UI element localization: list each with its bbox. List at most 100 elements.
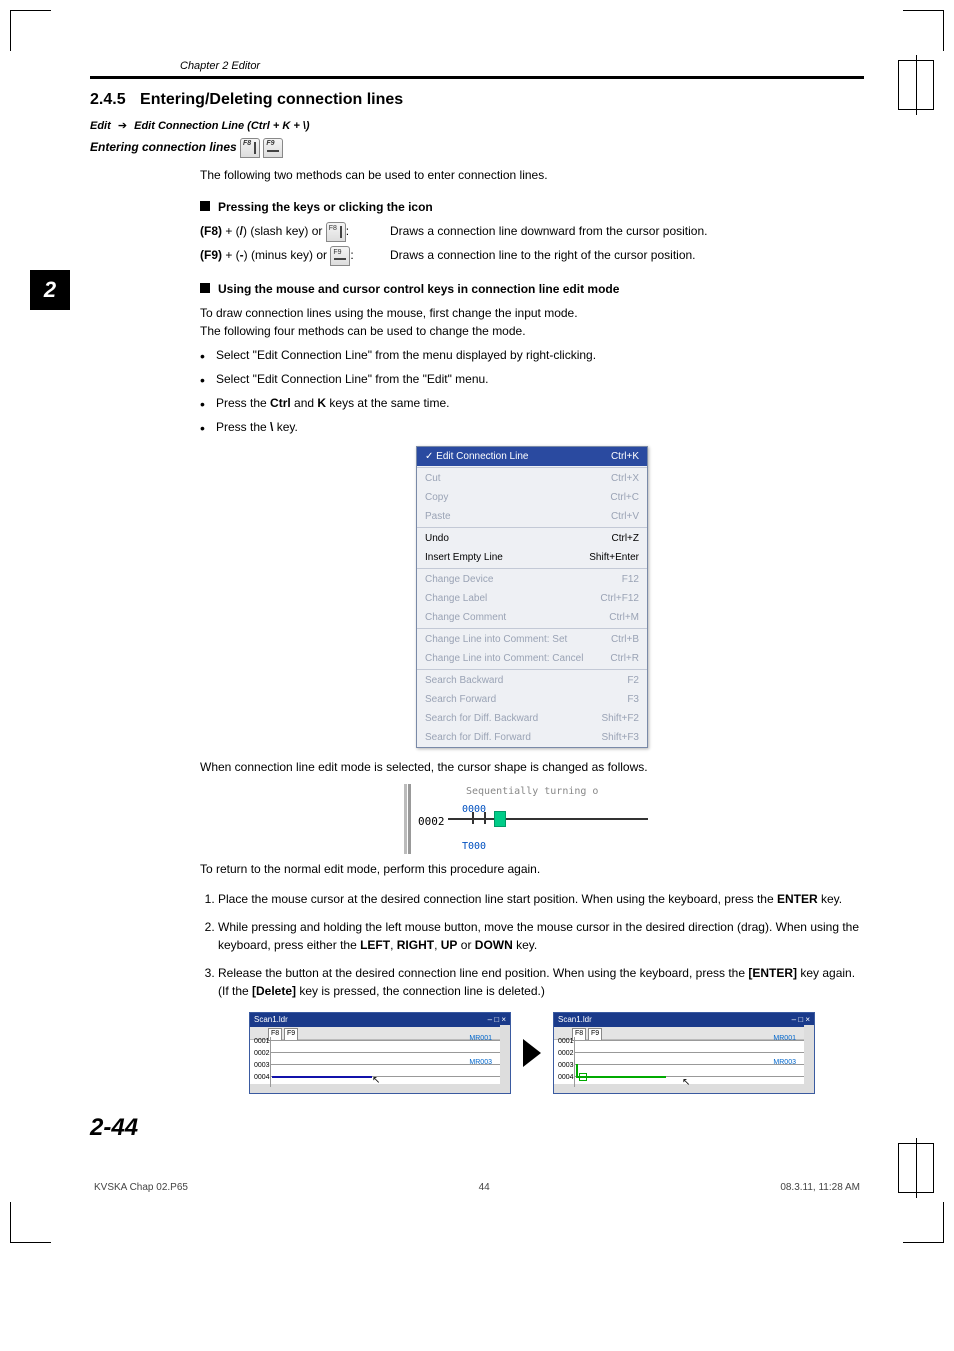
connection-cursor-icon	[494, 811, 506, 827]
li-text: keys at the same time.	[326, 396, 449, 410]
key-combo-f9: (F9) + (-) (minus key) or :	[200, 246, 390, 266]
step-item: While pressing and holding the left mous…	[218, 918, 864, 954]
ladder-window-after: Scan1.ldr– □ × F8F9 0001 0002 0003 0004 …	[553, 1012, 815, 1094]
menu-item: UndoCtrl+Z	[417, 529, 647, 548]
sub-heading-1: Pressing the keys or clicking the icon	[200, 198, 864, 216]
key-bold: (F8)	[200, 224, 222, 238]
coil-label: MR001	[773, 1034, 796, 1045]
chapter-side-tab: 2	[30, 270, 70, 310]
line-number: 0002	[558, 1049, 574, 1060]
key-desc-f8: Draws a connection line downward from th…	[390, 222, 864, 240]
close-icon: ×	[501, 1015, 506, 1024]
before-after-figure: Scan1.ldr– □ × F8F9 0001 0002 0003 0004 …	[200, 1012, 864, 1094]
connection-handle-icon	[579, 1073, 587, 1081]
menu-item-disabled: Search BackwardF2	[417, 671, 647, 690]
key-text: + (	[222, 248, 240, 262]
scrollbar-vertical	[804, 1025, 814, 1093]
li-text: Press the	[216, 420, 270, 434]
footer-datetime: 08.3.11, 11:28 AM	[780, 1182, 860, 1193]
menu-path: Edit ➔ Edit Connection Line (Ctrl + K + …	[90, 119, 864, 132]
key-text: ) (minus key) or	[244, 248, 331, 262]
sub2-p2: The following four methods can be used t…	[200, 322, 864, 340]
window-title: Scan1.ldr	[254, 1014, 288, 1026]
arrow-right-icon	[523, 1039, 541, 1067]
coil-label: MR001	[469, 1034, 492, 1045]
maximize-icon: □	[494, 1015, 499, 1024]
ladder-comment: Sequentially turning o	[466, 784, 598, 799]
footer: KVSKA Chap 02.P65 44 08.3.11, 11:28 AM	[90, 1182, 864, 1193]
f8-key-icon	[326, 222, 346, 242]
subsection-heading: Entering connection lines	[90, 138, 864, 158]
scrollbar-vertical	[500, 1025, 510, 1093]
method-list: Select "Edit Connection Line" from the m…	[200, 346, 864, 436]
list-item: Press the Ctrl and K keys at the same ti…	[200, 394, 864, 412]
step-item: Release the button at the desired connec…	[218, 964, 864, 1000]
menu-item: Insert Empty LineShift+Enter	[417, 548, 647, 567]
scrollbar-horizontal	[554, 1084, 804, 1093]
menu-item-disabled: Change DeviceF12	[417, 570, 647, 589]
sub-heading-2: Using the mouse and cursor control keys …	[200, 280, 864, 298]
minimize-icon: –	[488, 1015, 492, 1024]
menu-label: Edit Connection Line	[425, 449, 528, 464]
key-text: ) (slash key) or	[243, 224, 326, 238]
page-number: 2-44	[90, 1114, 864, 1142]
arrow-icon: ➔	[114, 120, 131, 132]
context-menu-figure: Edit Connection Line Ctrl+K CutCtrl+X Co…	[416, 446, 648, 748]
header-rule	[90, 76, 864, 79]
sub2-p1: To draw connection lines using the mouse…	[200, 304, 864, 322]
ladder-window-before: Scan1.ldr– □ × F8F9 0001 0002 0003 0004 …	[249, 1012, 511, 1094]
menu-item-disabled: Change Line into Comment: CancelCtrl+R	[417, 649, 647, 668]
menu-item-disabled: Search for Diff. ForwardShift+F3	[417, 728, 647, 747]
line-number: 0003	[558, 1061, 574, 1072]
ladder-rownum: 0002	[418, 814, 445, 831]
footer-page: 44	[479, 1182, 490, 1193]
menu-item-disabled: Change Line into Comment: SetCtrl+B	[417, 630, 647, 649]
section-number: 2.4.5	[90, 91, 126, 109]
line-number: 0003	[254, 1061, 270, 1072]
list-item: Select "Edit Connection Line" from the "…	[200, 370, 864, 388]
return-mode-text: To return to the normal edit mode, perfo…	[200, 860, 864, 878]
steps-list: Place the mouse cursor at the desired co…	[200, 890, 864, 1000]
window-title: Scan1.ldr	[558, 1014, 592, 1026]
line-number: 0004	[254, 1073, 270, 1084]
drag-line-icon	[272, 1076, 372, 1078]
maximize-icon: □	[798, 1015, 803, 1024]
step-item: Place the mouse cursor at the desired co…	[218, 890, 864, 908]
coil-label: MR003	[773, 1058, 796, 1069]
cursor-icon: ↖	[372, 1073, 380, 1088]
ladder-cursor-figure: Sequentially turning o 0002 0000 T000	[402, 784, 662, 854]
menu-path-a: Edit	[90, 120, 111, 132]
ladder-device-bot: T000	[462, 839, 486, 854]
f9-key-icon	[263, 138, 283, 158]
menu-item-disabled: Search ForwardF3	[417, 690, 647, 709]
coil-label: MR003	[469, 1058, 492, 1069]
section-title-text: Entering/Deleting connection lines	[140, 91, 403, 109]
intro-paragraph: The following two methods can be used to…	[200, 166, 864, 184]
menu-item-highlighted: Edit Connection Line Ctrl+K	[417, 447, 647, 466]
key-table: (F8) + (/) (slash key) or : Draws a conn…	[200, 222, 864, 266]
menu-item-disabled: CutCtrl+X	[417, 469, 647, 488]
menu-item-disabled: Change CommentCtrl+M	[417, 608, 647, 627]
chapter-header: Chapter 2 Editor	[90, 60, 864, 72]
cursor-icon: ↖	[682, 1075, 690, 1090]
key-combo-f8: (F8) + (/) (slash key) or :	[200, 222, 390, 242]
line-number: 0001	[558, 1037, 574, 1048]
close-icon: ×	[805, 1015, 810, 1024]
menu-item-disabled: CopyCtrl+C	[417, 488, 647, 507]
menu-item-disabled: Change LabelCtrl+F12	[417, 589, 647, 608]
ladder-device-top: 0000	[462, 802, 486, 817]
footer-filename: KVSKA Chap 02.P65	[94, 1182, 188, 1193]
subsection-label: Entering connection lines	[90, 140, 237, 154]
menu-item-disabled: Search for Diff. BackwardShift+F2	[417, 709, 647, 728]
line-number: 0004	[558, 1073, 574, 1084]
menu-path-b: Edit Connection Line (Ctrl + K + \)	[134, 120, 309, 132]
li-text: key.	[273, 420, 297, 434]
li-bold: Ctrl	[270, 396, 291, 410]
key-desc-f9: Draws a connection line to the right of …	[390, 246, 864, 264]
list-item: Select "Edit Connection Line" from the m…	[200, 346, 864, 364]
li-bold: K	[317, 396, 326, 410]
cursor-shape-text: When connection line edit mode is select…	[200, 758, 864, 776]
connection-line-icon	[576, 1076, 666, 1078]
minimize-icon: –	[792, 1015, 796, 1024]
menu-item-disabled: PasteCtrl+V	[417, 507, 647, 526]
